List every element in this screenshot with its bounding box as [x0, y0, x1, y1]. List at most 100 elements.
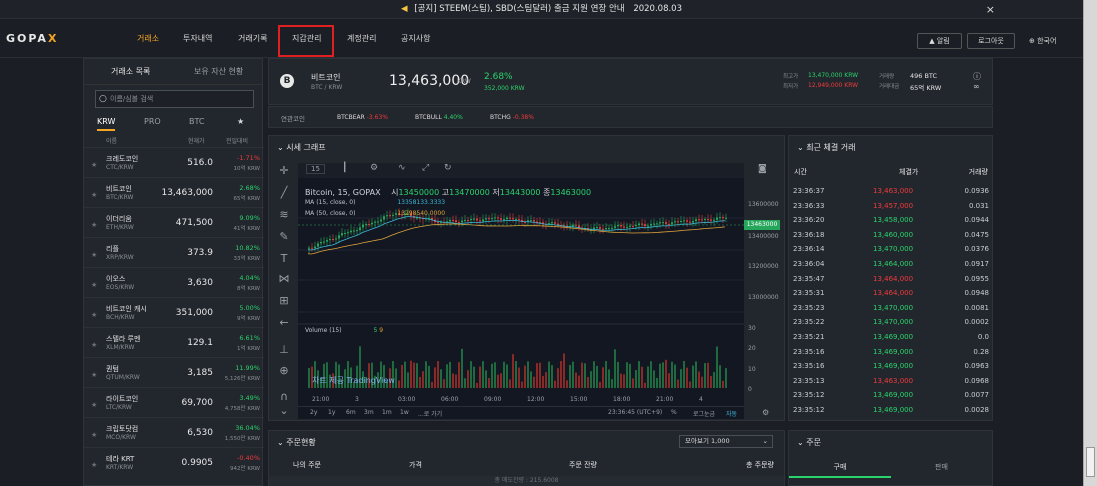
coin-row[interactable]: ★ 비트코인 캐시 BCH/KRW 351,000 5.00% 9억 KRW — [84, 297, 264, 326]
interval-select[interactable]: 15 — [306, 164, 325, 174]
nav-exchange[interactable]: 거래소 — [137, 19, 159, 58]
star-icon[interactable]: ★ — [91, 461, 97, 469]
sell-tab[interactable]: 판매 — [891, 456, 992, 478]
close-icon[interactable]: × — [986, 0, 995, 19]
coin-row[interactable]: ★ 스텔라 루멘 XLM/KRW 129.1 6.61% 1억 KRW — [84, 327, 264, 356]
gopax-logo[interactable]: GOPAX — [6, 32, 58, 45]
candle-body — [701, 219, 703, 221]
nav-investments[interactable]: 투자내역 — [183, 19, 212, 58]
notice-banner[interactable]: ◀ [공지] STEEM(스팀), SBD(스팀달러) 출금 지원 연장 안내 … — [0, 0, 1083, 19]
nav-account[interactable]: 계정관리 — [347, 19, 376, 58]
range-button[interactable]: 1y — [328, 409, 335, 416]
measure-icon[interactable]: ⊞ — [276, 294, 292, 310]
related-item[interactable]: BTCBULL 4.40% — [415, 114, 463, 121]
coin-row[interactable]: ★ 비트코인 BTC/KRW 13,463,000 2.68% 65억 KRW — [84, 177, 264, 206]
percent-toggle[interactable]: % — [671, 409, 677, 416]
pattern-icon[interactable]: ⋈ — [276, 272, 292, 288]
fib-icon[interactable]: ≋ — [276, 208, 292, 224]
alarm-button[interactable]: ▲ 알림 — [917, 33, 962, 49]
time-axis-label: 12:00 — [527, 396, 545, 403]
related-item[interactable]: BTCHG -0.38% — [490, 114, 534, 121]
zoom-icon[interactable]: ⊕ — [276, 364, 292, 380]
star-icon[interactable]: ★ — [91, 311, 97, 319]
trendline-icon[interactable]: ╱ — [276, 186, 292, 202]
star-icon[interactable]: ★ — [91, 401, 97, 409]
range-button[interactable]: 3m — [364, 409, 374, 416]
volume-bar — [401, 365, 403, 388]
star-icon[interactable]: ★ — [91, 371, 97, 379]
related-item[interactable]: BTCBEAR -3.63% — [337, 114, 388, 121]
coin-row[interactable]: ★ 리플 XRP/KRW 373.9 10.82% 33억 KRW — [84, 237, 264, 266]
grouping-select[interactable]: 모아보기 1,000 ⌄ — [679, 435, 773, 448]
fullscreen-icon[interactable]: ⤢ — [422, 163, 429, 173]
brush-icon[interactable]: ✎ — [276, 230, 292, 246]
link-icon[interactable]: ∞ — [973, 82, 980, 91]
order-form-title[interactable]: ⌄ 주문 — [797, 437, 821, 448]
tab-favorites[interactable]: ★ — [237, 117, 244, 126]
tab-pro[interactable]: PRO — [144, 117, 161, 126]
star-icon[interactable]: ★ — [91, 161, 97, 169]
camera-icon[interactable]: ◙ — [758, 164, 767, 174]
trade-amount: 0.0944 — [964, 216, 990, 225]
tab-holdings[interactable]: 보유 자산 현황 — [194, 59, 243, 85]
search-input[interactable]: ○ 이름/심볼 검색 — [95, 90, 254, 108]
scrollbar-thumb[interactable] — [1086, 447, 1095, 477]
tab-krw[interactable]: KRW — [97, 117, 116, 131]
window-scrollbar[interactable] — [1083, 0, 1097, 486]
range-button[interactable]: 1m — [382, 409, 392, 416]
volume-legend[interactable]: Volume (15) 5 9 — [305, 327, 383, 334]
star-icon[interactable]: ★ — [91, 431, 97, 439]
ma50-legend[interactable]: MA (50, close, 0) 13298540.0000 — [305, 210, 445, 217]
language-selector[interactable]: ⊕ 한국어 — [1029, 36, 1056, 46]
star-icon[interactable]: ★ — [91, 281, 97, 289]
candle-type-icon[interactable]: ┃ — [342, 163, 347, 173]
candle-body — [491, 218, 493, 220]
log-toggle[interactable]: 로그눈금 — [693, 409, 715, 418]
volume-bar — [563, 353, 565, 388]
coin-row[interactable]: ★ 이더리움 ETH/KRW 471,500 9.09% 41억 KRW — [84, 207, 264, 236]
range-button[interactable]: ...로 가기 — [418, 409, 442, 418]
chevron-down-icon[interactable]: ⌄ — [276, 404, 292, 420]
range-button[interactable]: 6m — [346, 409, 356, 416]
range-button[interactable]: 2y — [310, 409, 317, 416]
trade-amount: 0.0948 — [964, 289, 990, 298]
crosshair-icon[interactable]: ✛ — [276, 164, 292, 180]
tab-btc[interactable]: BTC — [189, 117, 205, 126]
buy-tab[interactable]: 구매 — [789, 456, 891, 478]
auto-toggle[interactable]: 자동 — [726, 409, 737, 418]
chart-panel-title[interactable]: ⌄ 시세 그래프 — [277, 142, 326, 153]
orderbook-title[interactable]: ⌄ 주문현황 — [277, 437, 316, 448]
star-icon[interactable]: ★ — [91, 191, 97, 199]
logout-button[interactable]: 로그아웃 — [967, 33, 1015, 49]
ruler-icon[interactable]: ⊥ — [276, 343, 292, 359]
col-name[interactable]: 이름 — [106, 136, 117, 145]
refresh-icon[interactable]: ↻ — [444, 163, 452, 173]
range-button[interactable]: 1w — [400, 409, 409, 416]
star-icon[interactable]: ★ — [91, 341, 97, 349]
coin-row[interactable]: ★ 크립토닷컴 MCO/KRW 6,530 36.04% 1,550만 KRW — [84, 417, 264, 446]
coin-row[interactable]: ★ 라이트코인 LTC/KRW 69,700 3.49% 4,758만 KRW — [84, 387, 264, 416]
col-change[interactable]: 전일대비 — [226, 136, 248, 145]
back-arrow-icon[interactable]: ← — [276, 316, 292, 332]
coin-row[interactable]: ★ 퀀텀 QTUM/KRW 3,185 11.99% 5,126만 KRW — [84, 357, 264, 386]
trades-title[interactable]: ⌄ 최근 체결 거래 — [797, 142, 856, 153]
settings-icon[interactable]: ⚙ — [370, 163, 378, 173]
indicators-icon[interactable]: ∿ — [398, 163, 406, 173]
chart-settings-icon[interactable]: ⚙ — [762, 408, 769, 417]
volume-value: 496 BTC — [910, 72, 938, 80]
volume-bar — [530, 371, 532, 388]
star-icon[interactable]: ★ — [91, 221, 97, 229]
ma15-legend[interactable]: MA (15, close, 0) 13358133.3333 — [305, 199, 445, 206]
coin-row[interactable]: ★ 크레도코인 CTC/KRW 516.0 -1.71% 10억 KRW — [84, 147, 264, 176]
volume-bar — [491, 363, 493, 388]
nav-history[interactable]: 거래기록 — [238, 19, 267, 58]
coin-row[interactable]: ★ 이오스 EOS/KRW 3,630 4.04% 8억 KRW — [84, 267, 264, 296]
info-icon[interactable]: ⓘ — [973, 71, 981, 82]
text-icon[interactable]: T — [276, 252, 292, 268]
coin-row[interactable]: ★ 테라 KRT KRT/KRW 0.9905 -0.40% 942만 KRW — [84, 447, 264, 476]
star-icon[interactable]: ★ — [91, 251, 97, 259]
tab-market-list[interactable]: 거래소 목록 — [111, 59, 150, 85]
col-price[interactable]: 현재가 — [188, 136, 205, 145]
volume-bar — [659, 363, 661, 388]
nav-notice[interactable]: 공지사항 — [401, 19, 430, 58]
